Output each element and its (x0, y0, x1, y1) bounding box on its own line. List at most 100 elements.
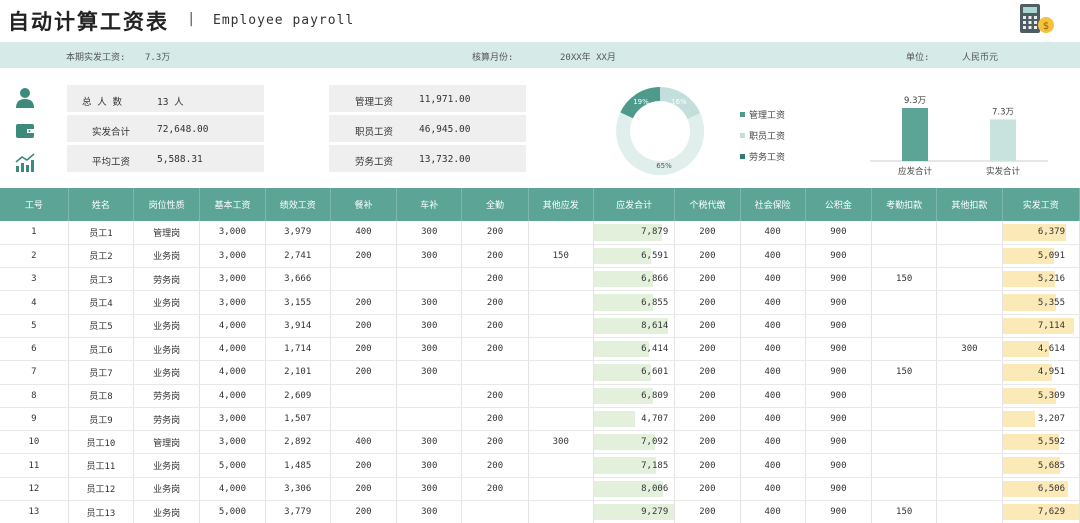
table-cell[interactable]: 2,892 (265, 430, 331, 455)
table-cell[interactable]: 5,685 (1002, 453, 1080, 478)
table-cell[interactable]: 9 (0, 407, 69, 432)
table-row[interactable]: 11 员工11 业务岗 5,000 1,485 200 300 200 7,185 200 400 9… (0, 453, 1080, 478)
table-cell[interactable]: 400 (330, 430, 398, 455)
table-cell[interactable]: 400 (740, 267, 806, 292)
table-cell[interactable]: 劳务岗 (133, 384, 201, 408)
table-cell[interactable]: 员工2 (68, 244, 135, 269)
table-cell[interactable] (528, 314, 594, 338)
table-cell[interactable]: 2,609 (265, 384, 331, 408)
table-cell[interactable]: 400 (330, 221, 398, 245)
table-cell[interactable] (936, 267, 1003, 292)
table-cell[interactable]: 900 (805, 407, 873, 432)
table-cell[interactable]: 300 (396, 337, 463, 362)
table-cell[interactable]: 900 (805, 221, 873, 245)
column-header[interactable]: 应发合计 (593, 188, 676, 221)
table-cell[interactable]: 400 (740, 477, 806, 502)
table-cell[interactable]: 5,216 (1002, 267, 1080, 292)
table-row[interactable]: 1 员工1 管理岗 3,000 3,979 400 300 200 7,879 200 400 900… (0, 221, 1080, 245)
table-row[interactable]: 12 员工12 业务岗 4,000 3,306 200 300 200 8,006 200 400 9… (0, 477, 1080, 502)
table-cell[interactable]: 3,000 (199, 221, 266, 245)
table-cell[interactable]: 200 (461, 244, 529, 269)
table-cell[interactable]: 6,506 (1002, 477, 1080, 502)
table-cell[interactable] (396, 384, 463, 408)
column-header[interactable]: 基本工资 (199, 188, 266, 221)
table-cell[interactable]: 3,000 (199, 430, 266, 455)
column-header[interactable]: 岗位性质 (133, 188, 201, 221)
table-cell[interactable]: 业务岗 (133, 477, 201, 502)
table-cell[interactable] (936, 221, 1003, 245)
table-cell[interactable]: 9,279 (593, 500, 676, 523)
table-row[interactable]: 10 员工10 管理岗 3,000 2,892 400 300 200 300 7,092 200 4… (0, 430, 1080, 455)
table-cell[interactable]: 员工1 (68, 221, 135, 245)
table-cell[interactable]: 200 (674, 384, 741, 408)
table-cell[interactable]: 员工4 (68, 290, 135, 315)
column-header[interactable]: 考勤扣款 (871, 188, 938, 221)
column-header[interactable]: 餐补 (330, 188, 398, 221)
table-cell[interactable] (528, 290, 594, 315)
column-header[interactable]: 车补 (396, 188, 463, 221)
table-cell[interactable] (396, 267, 463, 292)
table-cell[interactable]: 200 (330, 360, 398, 385)
table-cell[interactable] (936, 477, 1003, 502)
table-cell[interactable]: 员工5 (68, 314, 135, 338)
table-cell[interactable] (330, 267, 398, 292)
table-cell[interactable]: 300 (396, 314, 463, 338)
table-cell[interactable] (528, 337, 594, 362)
table-cell[interactable] (528, 267, 594, 292)
table-cell[interactable] (330, 384, 398, 408)
table-cell[interactable]: 3,000 (199, 290, 266, 315)
table-cell[interactable]: 200 (674, 407, 741, 432)
table-cell[interactable]: 900 (805, 384, 873, 408)
table-cell[interactable]: 200 (330, 477, 398, 502)
table-cell[interactable]: 4,000 (199, 314, 266, 338)
table-cell[interactable] (936, 500, 1003, 523)
table-cell[interactable]: 员工6 (68, 337, 135, 362)
table-cell[interactable]: 900 (805, 267, 873, 292)
column-header[interactable]: 全勤 (461, 188, 529, 221)
table-cell[interactable]: 200 (330, 453, 398, 478)
table-cell[interactable]: 业务岗 (133, 453, 201, 478)
table-row[interactable]: 8 员工8 劳务岗 4,000 2,609 200 6,809 200 400 900 5,309 (0, 384, 1080, 408)
table-cell[interactable]: 7 (0, 360, 69, 385)
table-cell[interactable]: 300 (528, 430, 594, 455)
table-cell[interactable]: 4,707 (593, 407, 676, 432)
table-cell[interactable]: 4 (0, 290, 69, 315)
table-cell[interactable]: 4,000 (199, 337, 266, 362)
table-cell[interactable]: 900 (805, 337, 873, 362)
column-header[interactable]: 公积金 (805, 188, 873, 221)
table-cell[interactable]: 3,666 (265, 267, 331, 292)
table-cell[interactable]: 劳务岗 (133, 267, 201, 292)
table-cell[interactable] (528, 384, 594, 408)
table-cell[interactable]: 3 (0, 267, 69, 292)
table-cell[interactable] (528, 453, 594, 478)
table-cell[interactable] (528, 360, 594, 385)
table-cell[interactable]: 劳务岗 (133, 407, 201, 432)
table-cell[interactable]: 150 (871, 500, 938, 523)
table-cell[interactable]: 10 (0, 430, 69, 455)
table-cell[interactable]: 400 (740, 384, 806, 408)
table-cell[interactable]: 300 (396, 290, 463, 315)
table-cell[interactable]: 200 (674, 477, 741, 502)
table-cell[interactable]: 8,614 (593, 314, 676, 338)
table-cell[interactable]: 200 (674, 314, 741, 338)
table-cell[interactable]: 200 (461, 221, 529, 245)
table-row[interactable]: 2 员工2 业务岗 3,000 2,741 200 300 200 150 6,591 200 400… (0, 244, 1080, 269)
table-cell[interactable]: 3,306 (265, 477, 331, 502)
table-row[interactable]: 7 员工7 业务岗 4,000 2,101 200 300 6,601 200 400 900 150… (0, 360, 1080, 385)
table-cell[interactable] (936, 244, 1003, 269)
table-cell[interactable]: 5,355 (1002, 290, 1080, 315)
column-header[interactable]: 姓名 (68, 188, 135, 221)
table-cell[interactable]: 12 (0, 477, 69, 502)
table-cell[interactable]: 900 (805, 500, 873, 523)
table-cell[interactable]: 管理岗 (133, 430, 201, 455)
table-row[interactable]: 3 员工3 劳务岗 3,000 3,666 200 6,866 200 400 900 150 5,2… (0, 267, 1080, 292)
table-cell[interactable]: 200 (674, 337, 741, 362)
table-cell[interactable]: 8 (0, 384, 69, 408)
table-row[interactable]: 9 员工9 劳务岗 3,000 1,507 200 4,707 200 400 900 3,207 (0, 407, 1080, 432)
table-cell[interactable]: 300 (396, 244, 463, 269)
column-header[interactable]: 社会保险 (740, 188, 806, 221)
table-cell[interactable]: 3,914 (265, 314, 331, 338)
table-cell[interactable]: 员工8 (68, 384, 135, 408)
table-cell[interactable]: 7,879 (593, 221, 676, 245)
table-cell[interactable] (871, 477, 938, 502)
